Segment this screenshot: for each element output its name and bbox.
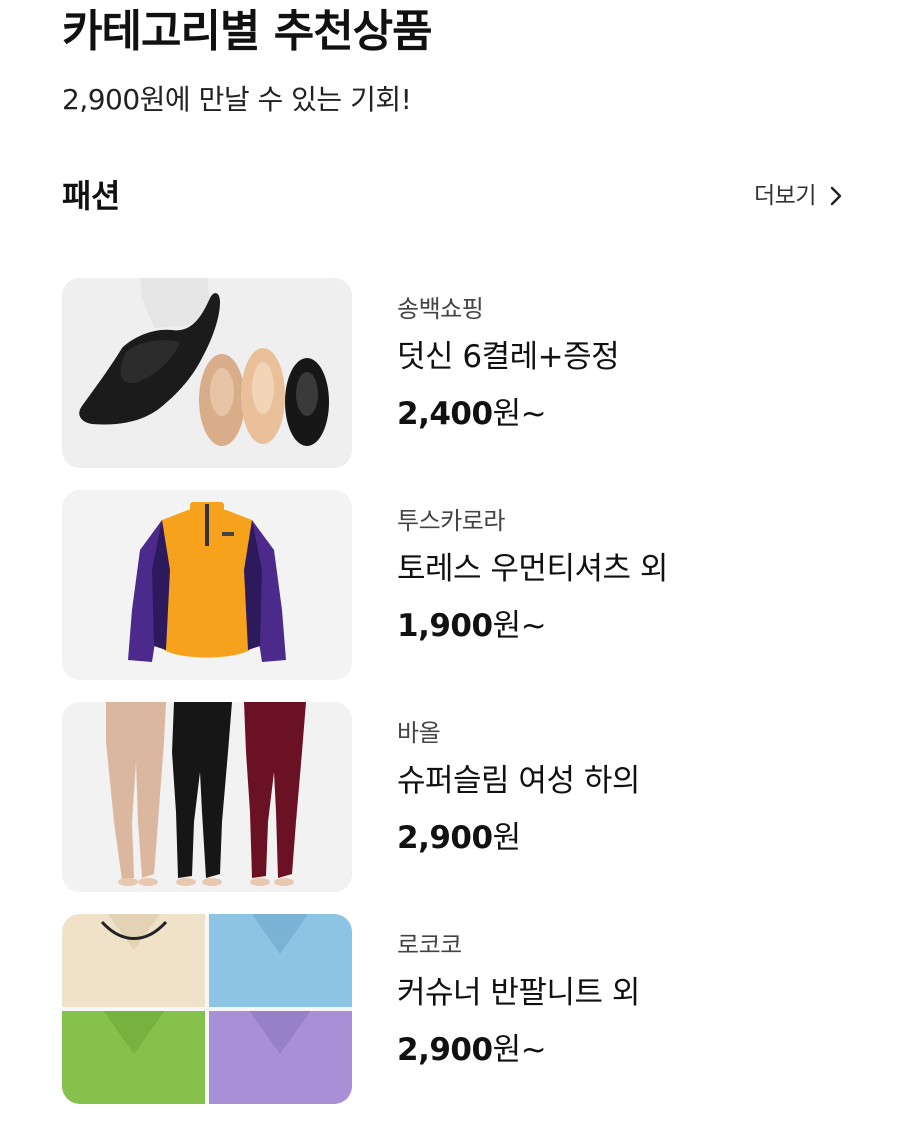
price-suffix: 원~ (492, 1032, 547, 1068)
page-subtitle: 2,900원에 만날 수 있는 기회! (62, 83, 412, 116)
section-header: 패션 더보기 (62, 172, 842, 220)
product-name[interactable]: 슈퍼슬림 여성 하의 (397, 760, 837, 802)
product-item[interactable]: 바올 슈퍼슬림 여성 하의 2,900원 (62, 702, 852, 892)
product-image-socks[interactable] (62, 278, 352, 468)
product-seller: 바올 (397, 719, 441, 747)
product-seller: 송백쇼핑 (397, 295, 484, 323)
product-item[interactable]: 로코코 커슈너 반팔니트 외 2,900원~ (62, 914, 852, 1104)
product-image-shirt[interactable] (62, 490, 352, 680)
product-price: 2,900원 (397, 818, 837, 858)
product-name[interactable]: 덧신 6켤레+증정 (397, 336, 837, 378)
price-value: 2,900 (397, 820, 493, 856)
product-info: 투스카로라 토레스 우먼티셔츠 외 1,900원~ (397, 504, 837, 646)
price-suffix: 원 (492, 820, 522, 856)
chevron-right-icon (830, 186, 842, 206)
product-info: 송백쇼핑 덧신 6켤레+증정 2,400원~ (397, 292, 837, 434)
product-price: 2,400원~ (397, 394, 837, 434)
page-title: 카테고리별 추천상품 (62, 6, 433, 57)
price-value: 2,400 (397, 396, 493, 432)
product-info: 로코코 커슈너 반팔니트 외 2,900원~ (397, 928, 837, 1070)
more-link[interactable]: 더보기 (754, 178, 842, 214)
more-label: 더보기 (754, 183, 816, 209)
product-price: 2,900원~ (397, 1030, 837, 1070)
price-suffix: 원~ (492, 396, 547, 432)
product-item[interactable]: 송백쇼핑 덧신 6켤레+증정 2,400원~ (62, 278, 852, 468)
product-info: 바올 슈퍼슬림 여성 하의 2,900원 (397, 716, 837, 858)
price-value: 2,900 (397, 1032, 493, 1068)
product-seller: 로코코 (397, 931, 462, 959)
product-item[interactable]: 투스카로라 토레스 우먼티셔츠 외 1,900원~ (62, 490, 852, 680)
product-name[interactable]: 토레스 우먼티셔츠 외 (397, 548, 837, 590)
section-title: 패션 (62, 177, 120, 215)
product-name[interactable]: 커슈너 반팔니트 외 (397, 972, 837, 1014)
product-price: 1,900원~ (397, 606, 837, 646)
product-seller: 투스카로라 (397, 507, 505, 535)
product-image-leggings[interactable] (62, 702, 352, 892)
product-image-knit[interactable] (62, 914, 352, 1104)
price-value: 1,900 (397, 608, 493, 644)
price-suffix: 원~ (492, 608, 547, 644)
